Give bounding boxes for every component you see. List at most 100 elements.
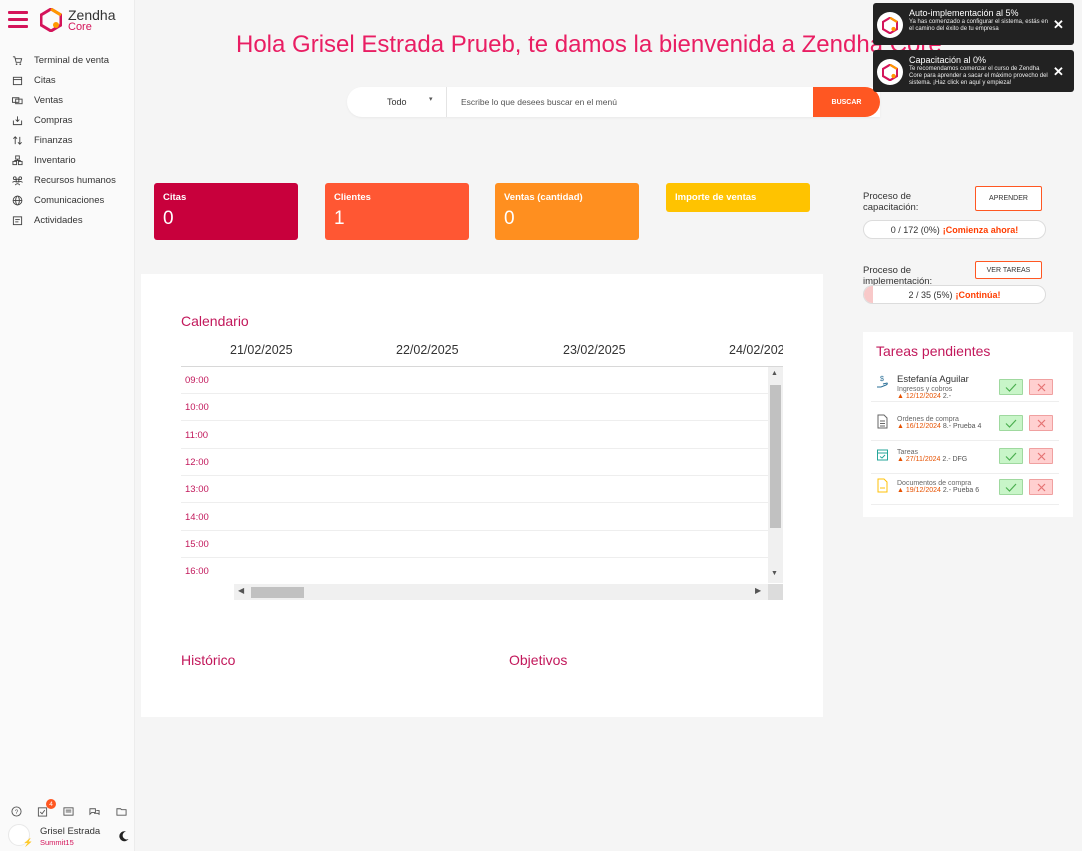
- sidebar-item-compras[interactable]: Compras: [0, 110, 135, 130]
- search-category-select[interactable]: Todo ▾: [347, 87, 447, 117]
- scroll-thumb[interactable]: [770, 385, 781, 528]
- sidebar-item-label: Ventas: [34, 94, 64, 106]
- stat-card-importe-de-ventas[interactable]: Importe de ventas: [666, 183, 810, 212]
- cart-icon: [11, 54, 23, 66]
- pending-tasks-title: Tareas pendientes: [876, 343, 991, 359]
- reject-task-button[interactable]: [1029, 415, 1053, 431]
- calendar-time-row[interactable]: 15:00: [181, 531, 768, 558]
- scroll-left-icon[interactable]: ◀: [238, 586, 244, 595]
- sidebar-item-actividades[interactable]: Actividades: [0, 210, 135, 230]
- calendar-time-row[interactable]: 09:00: [181, 367, 768, 394]
- bolt-icon: ⚡: [23, 838, 33, 847]
- hand-money-icon: $: [877, 376, 888, 388]
- news-icon[interactable]: [63, 804, 75, 816]
- check-icon: [1005, 483, 1017, 492]
- transfer-icon: [11, 134, 23, 146]
- sidebar-item-label: Inventario: [34, 154, 76, 166]
- scroll-thumb[interactable]: [251, 587, 304, 598]
- reject-task-button[interactable]: [1029, 479, 1053, 495]
- sidebar-item-ventas[interactable]: Ventas: [0, 90, 135, 110]
- implementation-cta[interactable]: ¡Continúa!: [956, 290, 1001, 300]
- stat-card-ventas-cantidad[interactable]: Ventas (cantidad) 0: [495, 183, 639, 240]
- people-icon: [11, 174, 23, 186]
- approve-task-button[interactable]: [999, 479, 1023, 495]
- notification-toast[interactable]: Capacitación al 0% Te recomendamos comenz…: [873, 50, 1074, 92]
- sidebar-item-recursos-humanos[interactable]: Recursos humanos: [0, 170, 135, 190]
- warning-icon: ▲: [897, 487, 904, 494]
- notification-toast[interactable]: Auto-implementación al 5% Ya has comenzad…: [873, 3, 1074, 45]
- calendar-time-label: 13:00: [185, 484, 209, 496]
- scroll-down-icon[interactable]: ▼: [771, 570, 778, 577]
- task-item[interactable]: Tareas ▲ 27/11/2024 2.- DFG: [871, 442, 1059, 474]
- calendar-vertical-scrollbar[interactable]: ▲ ▼: [768, 367, 783, 583]
- sidebar-item-inventario[interactable]: Inventario: [0, 150, 135, 170]
- close-icon[interactable]: ✕: [1053, 17, 1064, 33]
- historico-title: Histórico: [181, 652, 236, 668]
- sidebar-item-label: Finanzas: [34, 134, 73, 146]
- approve-task-button[interactable]: [999, 448, 1023, 464]
- calendar-body[interactable]: 09:00 10:00 11:00 12:00 13:00 14:00 15:00 16:00…: [181, 367, 768, 584]
- training-process-label: Proceso de capacitación:: [863, 191, 919, 213]
- close-icon: [1037, 383, 1045, 391]
- approve-task-button[interactable]: [999, 415, 1023, 431]
- training-cta[interactable]: ¡Comienza ahora!: [943, 225, 1019, 235]
- folder-icon[interactable]: [116, 804, 128, 816]
- calendar-time-row[interactable]: 16:00: [181, 558, 768, 584]
- search-button[interactable]: BUSCAR: [813, 87, 880, 117]
- check-icon: [1005, 383, 1017, 392]
- warning-icon: ▲: [897, 423, 904, 430]
- close-icon: [1037, 483, 1045, 491]
- user-name: Grisel Estrada: [40, 826, 101, 837]
- task-item[interactable]: $ Estefanía Aguilar Ingresos y cobros ▲ 12/…: [871, 370, 1059, 402]
- reject-task-button[interactable]: [1029, 448, 1053, 464]
- stat-card-clientes[interactable]: Clientes 1: [325, 183, 469, 240]
- calendar-date[interactable]: 21/02/2025: [230, 343, 293, 357]
- scroll-right-icon[interactable]: ▶: [755, 586, 761, 595]
- scroll-up-icon[interactable]: ▲: [771, 370, 778, 377]
- task-category: Ingresos y cobros: [897, 386, 953, 393]
- pending-tasks-panel: Tareas pendientes $ Estefanía Aguilar Ingr…: [863, 332, 1073, 517]
- sidebar-item-label: Terminal de venta: [34, 54, 109, 66]
- calendar-horizontal-scrollbar[interactable]: ◀ ▶: [234, 584, 783, 600]
- task-item[interactable]: Ordenes de compra ▲ 16/12/2024 8.- Prueba…: [871, 409, 1059, 441]
- calendar-time-row[interactable]: 14:00: [181, 504, 768, 531]
- help-icon[interactable]: ?: [11, 804, 23, 817]
- close-icon: [1037, 419, 1045, 427]
- sidebar-item-citas[interactable]: Citas: [0, 70, 135, 90]
- moon-icon[interactable]: [118, 830, 130, 842]
- sidebar-nav: Terminal de venta Citas Ventas Compras Finan…: [0, 50, 135, 230]
- sidebar-item-finanzas[interactable]: Finanzas: [0, 130, 135, 150]
- calendar-date[interactable]: 23/02/2025: [563, 343, 626, 357]
- sidebar-item-terminal-de-venta[interactable]: Terminal de venta: [0, 50, 135, 70]
- sidebar-item-label: Recursos humanos: [34, 174, 116, 186]
- calendar-date[interactable]: 22/02/2025: [396, 343, 459, 357]
- task-category: Ordenes de compra: [897, 416, 959, 423]
- warning-icon: ▲: [897, 393, 904, 400]
- stat-card-citas[interactable]: Citas 0: [154, 183, 298, 240]
- task-item[interactable]: Documentos de compra ▲ 19/12/2024 2.- Pue…: [871, 473, 1059, 505]
- calendar-grid: 21/02/2025 22/02/2025 23/02/2025 24/02/2…: [181, 338, 783, 602]
- zendha-logo: [877, 12, 903, 38]
- close-icon[interactable]: ✕: [1053, 64, 1064, 80]
- calendar-time-row[interactable]: 11:00: [181, 422, 768, 449]
- learn-button[interactable]: APRENDER: [975, 186, 1042, 211]
- check-icon: [1005, 419, 1017, 428]
- chat-icon[interactable]: [89, 804, 101, 816]
- sidebar-bottom-toolbar: ?: [0, 802, 135, 820]
- implementation-progress-fill: [864, 286, 874, 303]
- approve-task-button[interactable]: [999, 379, 1023, 395]
- calendar-date[interactable]: 24/02/2025: [729, 343, 783, 357]
- calendar-time-row[interactable]: 10:00: [181, 394, 768, 422]
- calendar-time-row[interactable]: 12:00: [181, 449, 768, 476]
- search-input[interactable]: [447, 87, 813, 117]
- menu-search-bar: Todo ▾ BUSCAR: [347, 87, 880, 117]
- sidebar-item-comunicaciones[interactable]: Comunicaciones: [0, 190, 135, 210]
- stat-card-label: Clientes: [334, 192, 371, 203]
- view-tasks-button[interactable]: VER TAREAS: [975, 261, 1042, 279]
- menu-hamburger-icon[interactable]: [8, 11, 28, 28]
- toast-title: Auto-implementación al 5%: [909, 8, 1019, 18]
- reject-task-button[interactable]: [1029, 379, 1053, 395]
- implementation-process-label: Proceso de implementación:: [863, 265, 933, 287]
- calendar-time-label: 12:00: [185, 456, 209, 468]
- calendar-time-row[interactable]: 13:00: [181, 476, 768, 504]
